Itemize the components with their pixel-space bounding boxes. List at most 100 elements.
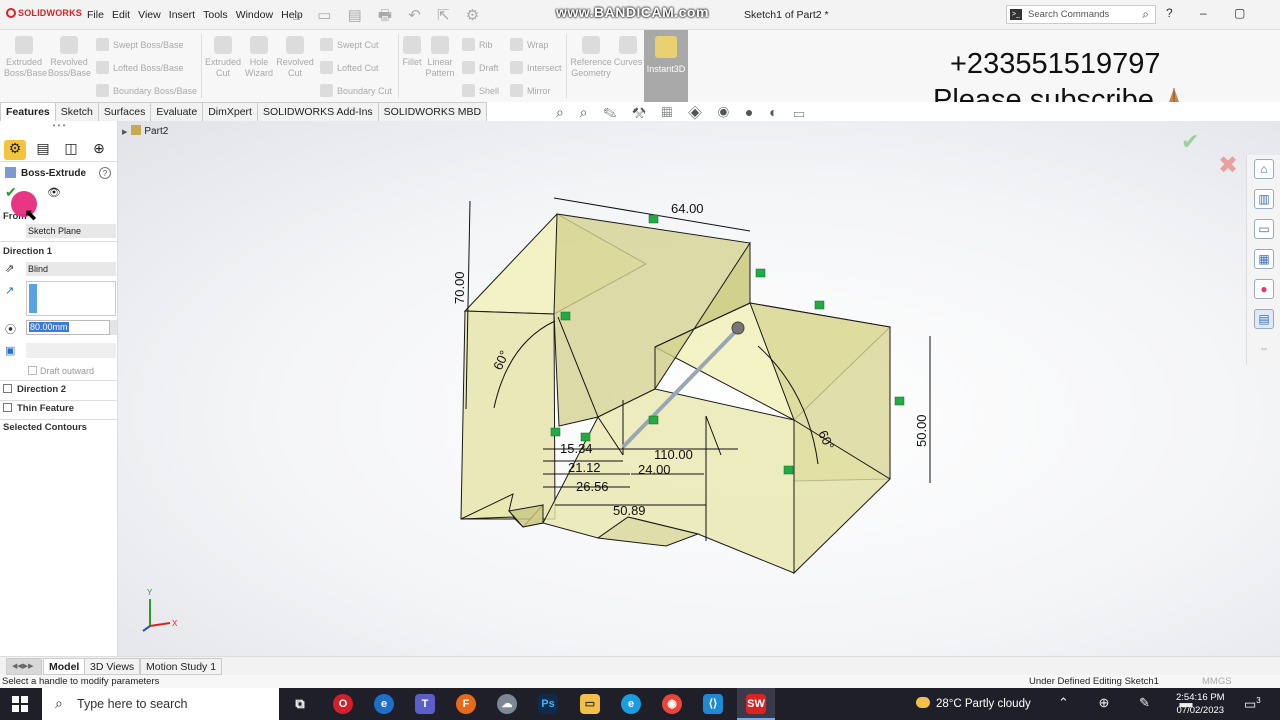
wrap-button[interactable]: Wrap [510,38,548,51]
dim-right-height: 50.00 [914,414,929,447]
tab-model[interactable]: Model [43,658,86,675]
confirm-cancel-icon[interactable]: ✖ [1218,151,1238,180]
task-view-icon[interactable]: ⧉ [290,694,310,714]
swept-boss-button[interactable]: Swept Boss/Base [96,38,184,51]
extruded-cut-button[interactable]: Extruded Cut [203,36,243,79]
shell-button[interactable]: Shell [462,84,499,97]
quick-access-toolbar[interactable]: ⌂ ▭ ▤ 🖶 ↶ ⇱ ⚙ [292,5,485,30]
revolved-boss-button[interactable]: Revolved Boss/Base [48,36,91,79]
thin-feature-checkbox[interactable]: Thin Feature [3,403,74,414]
curves-button[interactable]: Curves [612,36,644,68]
weather-app-icon[interactable]: ☁ [497,694,517,714]
design-library-icon[interactable]: ▥ [1254,189,1274,209]
view-palette-icon[interactable]: ▦ [1254,249,1274,269]
appearances-icon[interactable]: ● [1254,279,1274,299]
opera-icon[interactable]: O [333,694,353,714]
direction1-label[interactable]: Direction 1 [3,246,52,257]
draft-angle-input[interactable] [26,343,116,358]
tab-sketch[interactable]: Sketch [54,102,99,121]
weather-widget[interactable]: 28°C Partly cloudy [916,697,1031,710]
menu-window[interactable]: Window [236,9,273,21]
revolved-cut-button[interactable]: Revolved Cut [275,36,315,79]
direction2-checkbox[interactable]: Direction 2 [3,384,66,395]
menu-file[interactable]: File [87,9,104,21]
manager-tabs: ⚙ ▤ ◫ ⊕ [0,138,118,162]
firefox-icon[interactable]: F [456,694,476,714]
dimxpert-manager-tab-icon[interactable]: ⊕ [88,140,110,160]
extrude-icon [15,36,33,54]
edge-legacy-icon[interactable]: e [374,694,394,714]
from-select[interactable]: Sketch Plane [26,224,116,238]
window-controls[interactable]: ? – ▢ [1166,6,1257,20]
solidworks-logo[interactable]: SOLIDWORKS [6,8,82,18]
chrome-icon[interactable]: ◉ [662,694,682,714]
selected-contours-label[interactable]: Selected Contours [3,422,87,433]
lofted-boss-button[interactable]: Lofted Boss/Base [96,61,184,74]
boundary-boss-button[interactable]: Boundary Boss/Base [96,84,197,97]
teams-icon[interactable]: T [415,694,435,714]
taskbar-search-input[interactable]: Type here to search [77,697,187,711]
search-input[interactable]: Search Commands [1028,9,1109,20]
draft-outward-checkbox[interactable]: Draft outward [28,366,94,376]
preview-eye-icon[interactable]: 👁 [47,186,61,199]
end-condition-select[interactable]: Blind [26,262,116,276]
search-icon[interactable]: ⌕ [1142,7,1149,22]
lofted-cut-button[interactable]: Lofted Cut [320,61,379,74]
custom-properties-icon[interactable]: ▤ [1254,309,1274,329]
depth-spinner[interactable] [110,320,117,335]
windows-start-icon[interactable] [12,696,28,712]
panel-grip[interactable]: • • • [0,121,118,135]
home-icon[interactable]: ⌂ [1254,159,1274,179]
revolved-cut-icon [286,36,304,54]
menu-view[interactable]: View [138,9,161,21]
task-pane-expand-icon[interactable]: ⇔ [1254,339,1274,359]
tab-evaluate[interactable]: Evaluate [150,102,204,121]
reverse-direction-icon[interactable]: ⇗ [5,262,14,275]
svg-text:Y: Y [147,588,153,597]
menu-insert[interactable]: Insert [169,9,195,21]
feature-manager-tab-icon[interactable]: ⚙ [4,140,26,160]
tab-addins[interactable]: SOLIDWORKS Add-Ins [256,102,379,121]
boundary-cut-button[interactable]: Boundary Cut [320,84,392,97]
search-commands[interactable]: >_ Search Commands ⌕ [1006,5,1156,24]
direction-selection-box[interactable] [26,281,116,316]
fillet-button[interactable]: Fillet [399,36,425,68]
hole-wizard-button[interactable]: Hole Wizard [240,36,278,79]
extrude-preview[interactable]: 64.00 70.00 50.00 60° 60° 15.34 21.12 26… [118,121,1280,656]
taskbar-search[interactable]: ⌕ Type here to search [42,688,279,720]
rib-button[interactable]: Rib [462,38,493,51]
graphics-area[interactable]: ▶Part2 – ▢ [118,121,1280,656]
units-selector[interactable]: MMGS [1202,676,1232,687]
file-explorer-icon[interactable]: ▭ [1254,219,1274,239]
reference-geometry-button[interactable]: Reference Geometry [568,36,614,79]
configuration-manager-tab-icon[interactable]: ◫ [60,140,82,160]
confirm-ok-icon[interactable]: ✔ [1181,129,1199,155]
tab-surfaces[interactable]: Surfaces [97,102,152,121]
file-explorer-taskbar-icon[interactable]: ▭ [580,694,600,714]
heads-up-view-toolbar[interactable]: ⌕ ⌕ ✎ ⚒ ▦ ◈ ◉ ● ◐ ▭ [556,104,810,121]
edge-icon[interactable]: e [621,694,641,714]
menu-tools[interactable]: Tools [203,9,228,21]
notifications-icon[interactable]: ▭3 [1244,696,1261,712]
tab-scroll-arrows-icon[interactable]: ◀◀▶▶ [6,658,42,675]
instant3d-button[interactable]: Instant3D [644,30,688,102]
tab-mbd[interactable]: SOLIDWORKS MBD [377,102,488,121]
intersect-button[interactable]: Intersect [510,61,562,74]
tab-features[interactable]: Features [0,102,56,121]
swept-cut-button[interactable]: Swept Cut [320,38,379,51]
draft-button[interactable]: Draft [462,61,499,74]
property-manager-tab-icon[interactable]: ▤ [32,140,54,160]
menu-edit[interactable]: Edit [112,9,130,21]
tab-3d-views[interactable]: 3D Views [84,658,141,675]
depth-input[interactable]: 80.00mm [26,320,110,335]
vscode-icon[interactable]: ⟨⟩ [703,694,723,714]
solidworks-taskbar-icon[interactable]: SW [746,694,766,714]
tab-motion-study[interactable]: Motion Study 1 [140,658,223,675]
system-clock[interactable]: 2:54:16 PM 07/02/2023 [1176,691,1225,717]
tab-dimxpert[interactable]: DimXpert [202,102,258,121]
photoshop-icon[interactable]: Ps [538,694,558,714]
help-icon[interactable]: ? [99,167,111,179]
mirror-button[interactable]: Mirror [510,84,551,97]
extruded-boss-button[interactable]: Extruded Boss/Base [4,36,47,79]
linear-pattern-button[interactable]: Linear Pattern [424,36,456,79]
